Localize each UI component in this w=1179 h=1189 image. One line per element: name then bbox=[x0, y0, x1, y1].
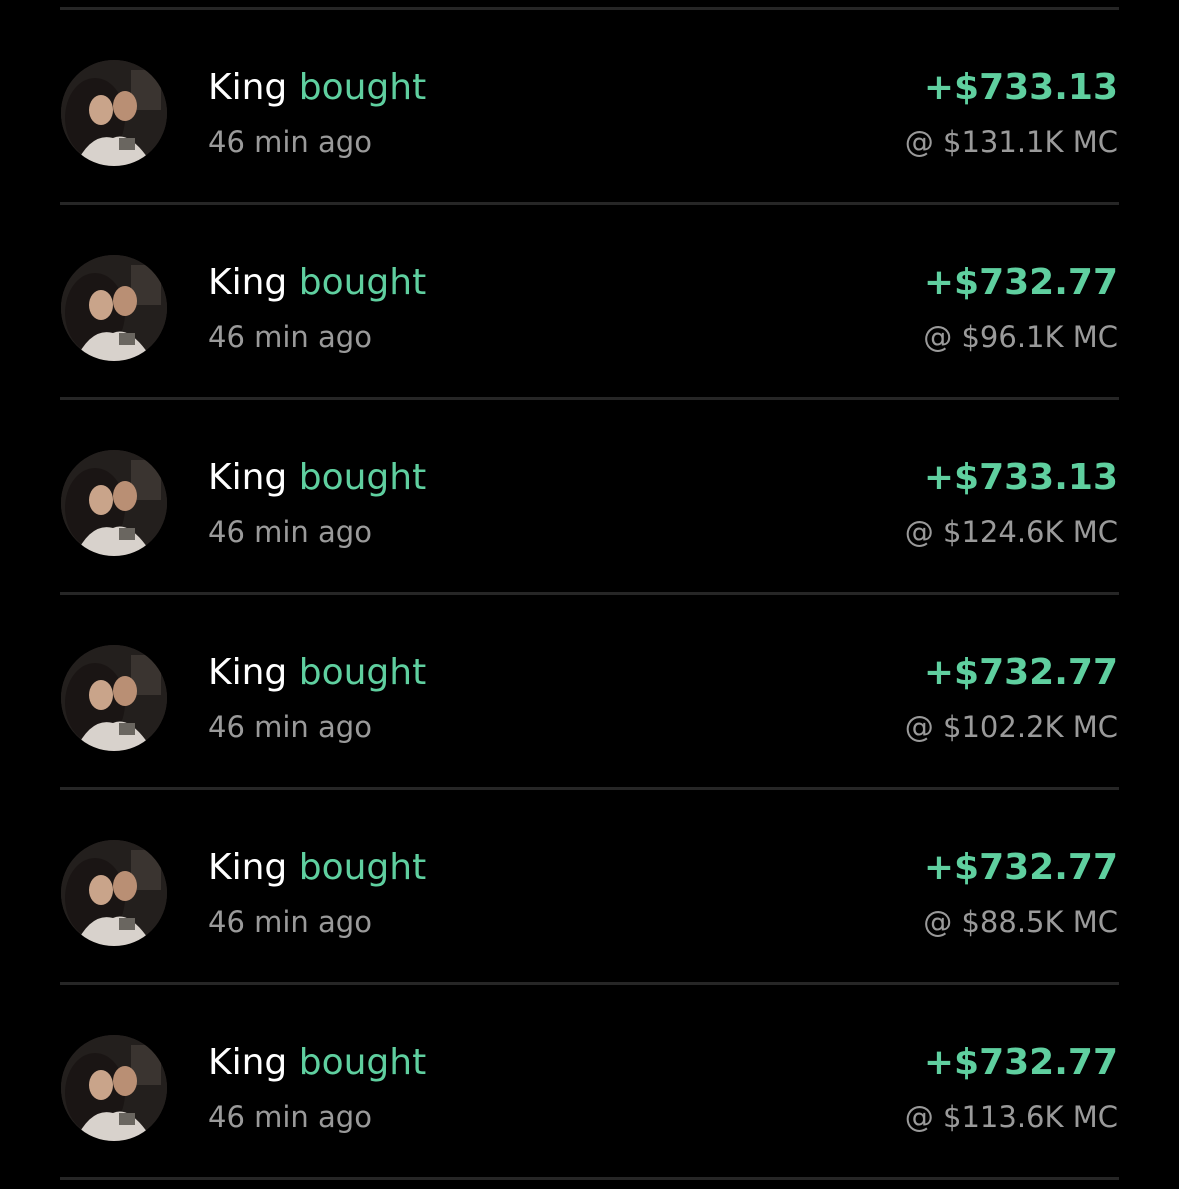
trade-time: 46 min ago bbox=[208, 320, 372, 354]
trade-amount: +$732.77 bbox=[923, 847, 1118, 888]
trade-action: bought bbox=[298, 847, 427, 888]
trade-action: bought bbox=[298, 1042, 427, 1083]
trade-amount: +$732.77 bbox=[923, 652, 1118, 693]
market-cap: @ $113.6K MC bbox=[904, 1100, 1118, 1134]
trade-description: King bought bbox=[208, 1041, 426, 1085]
avatar[interactable] bbox=[61, 1035, 167, 1141]
trade-amount: +$733.13 bbox=[923, 457, 1118, 498]
trade-time: 46 min ago bbox=[208, 710, 372, 744]
trade-amount: +$732.77 bbox=[923, 1042, 1118, 1083]
trade-amount: +$732.77 bbox=[923, 262, 1118, 303]
trade-amount: +$733.13 bbox=[923, 67, 1118, 108]
trade-description: King bought bbox=[208, 66, 426, 110]
trade-row[interactable]: King bought 46 min ago +$733.13 @ $131.1… bbox=[0, 10, 1179, 202]
username[interactable]: King bbox=[208, 652, 287, 693]
trade-action: bought bbox=[298, 652, 427, 693]
username[interactable]: King bbox=[208, 262, 287, 303]
market-cap: @ $96.1K MC bbox=[923, 320, 1118, 354]
market-cap: @ $124.6K MC bbox=[904, 515, 1118, 549]
trade-description: King bought bbox=[208, 846, 426, 890]
trade-row[interactable]: King bought 46 min ago +$732.77 @ $88.5K… bbox=[0, 790, 1179, 982]
username[interactable]: King bbox=[208, 847, 287, 888]
trade-time: 46 min ago bbox=[208, 1100, 372, 1134]
divider bbox=[60, 1177, 1119, 1180]
trade-time: 46 min ago bbox=[208, 515, 372, 549]
trade-action: bought bbox=[298, 67, 427, 108]
avatar[interactable] bbox=[61, 60, 167, 166]
trade-action: bought bbox=[298, 262, 427, 303]
username[interactable]: King bbox=[208, 67, 287, 108]
avatar[interactable] bbox=[61, 840, 167, 946]
trade-time: 46 min ago bbox=[208, 905, 372, 939]
trade-description: King bought bbox=[208, 456, 426, 500]
trade-action: bought bbox=[298, 457, 427, 498]
username[interactable]: King bbox=[208, 1042, 287, 1083]
trade-row[interactable]: King bought 46 min ago +$733.13 @ $124.6… bbox=[0, 400, 1179, 592]
avatar[interactable] bbox=[61, 645, 167, 751]
market-cap: @ $102.2K MC bbox=[904, 710, 1118, 744]
trade-description: King bought bbox=[208, 651, 426, 695]
trade-time: 46 min ago bbox=[208, 125, 372, 159]
username[interactable]: King bbox=[208, 457, 287, 498]
trade-row[interactable]: King bought 46 min ago +$732.77 @ $96.1K… bbox=[0, 205, 1179, 397]
avatar[interactable] bbox=[61, 255, 167, 361]
market-cap: @ $131.1K MC bbox=[904, 125, 1118, 159]
trade-description: King bought bbox=[208, 261, 426, 305]
market-cap: @ $88.5K MC bbox=[923, 905, 1118, 939]
trade-row[interactable]: King bought 46 min ago +$732.77 @ $113.6… bbox=[0, 985, 1179, 1177]
avatar[interactable] bbox=[61, 450, 167, 556]
trade-row[interactable]: King bought 46 min ago +$732.77 @ $102.2… bbox=[0, 595, 1179, 787]
